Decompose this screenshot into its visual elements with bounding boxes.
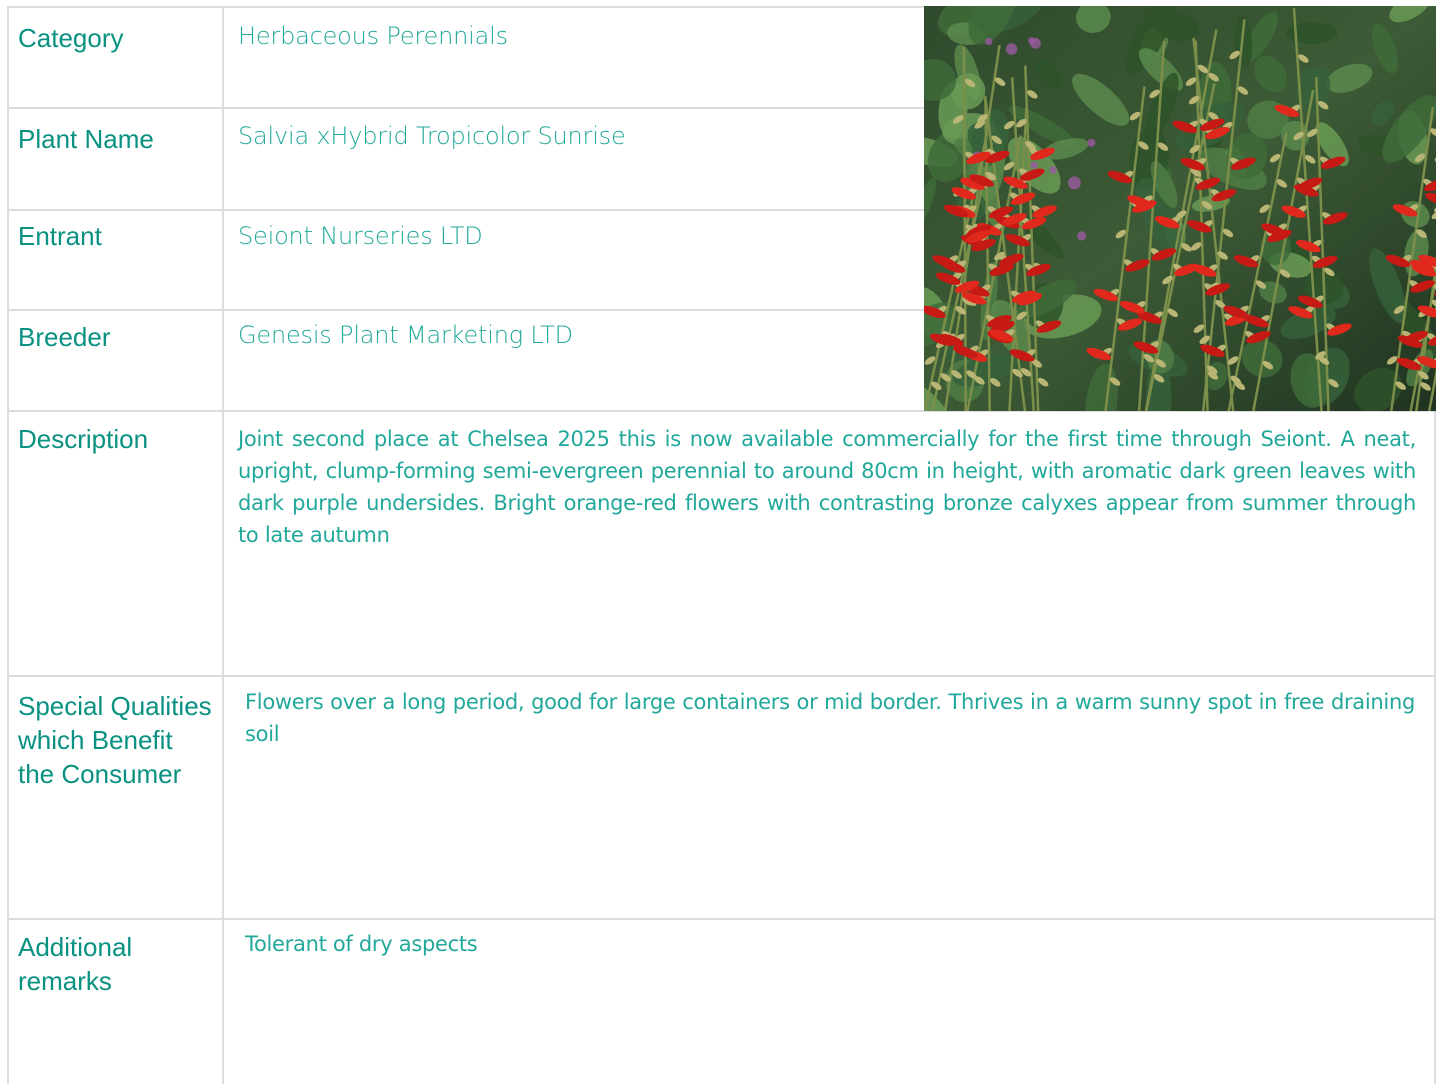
- plant-photo: [924, 6, 1436, 411]
- row-divider: [7, 107, 925, 109]
- description-label: Description: [18, 424, 149, 454]
- special-qualities-value: Flowers over a long period, good for lar…: [245, 690, 1415, 746]
- category-value: Herbaceous Perennials: [238, 22, 508, 50]
- table-border-right: [1434, 411, 1436, 1084]
- additional-remarks-value: Tolerant of dry aspects: [245, 932, 478, 956]
- entrant-label: Entrant: [18, 221, 102, 251]
- row-divider: [7, 675, 1436, 677]
- table-border-left: [7, 6, 9, 1084]
- breeder-label: Breeder: [18, 322, 111, 352]
- special-qualities-label: Special Qualities which Benefit the Cons…: [18, 691, 212, 789]
- breeder-value: Genesis Plant Marketing LTD: [238, 321, 573, 349]
- plant-name-label: Plant Name: [18, 124, 154, 154]
- table-border-top: [7, 6, 925, 8]
- entrant-value: Seiont Nurseries LTD: [238, 222, 483, 250]
- table-column-divider: [222, 6, 224, 1084]
- row-divider: [7, 209, 925, 211]
- description-value: Joint second place at Chelsea 2025 this …: [238, 427, 1416, 547]
- plant-name-value: Salvia xHybrid Tropicolor Sunrise: [238, 122, 626, 150]
- category-label: Category: [18, 23, 124, 53]
- row-divider: [7, 918, 1436, 920]
- additional-remarks-label: Additional remarks: [18, 932, 133, 996]
- row-divider: [7, 309, 925, 311]
